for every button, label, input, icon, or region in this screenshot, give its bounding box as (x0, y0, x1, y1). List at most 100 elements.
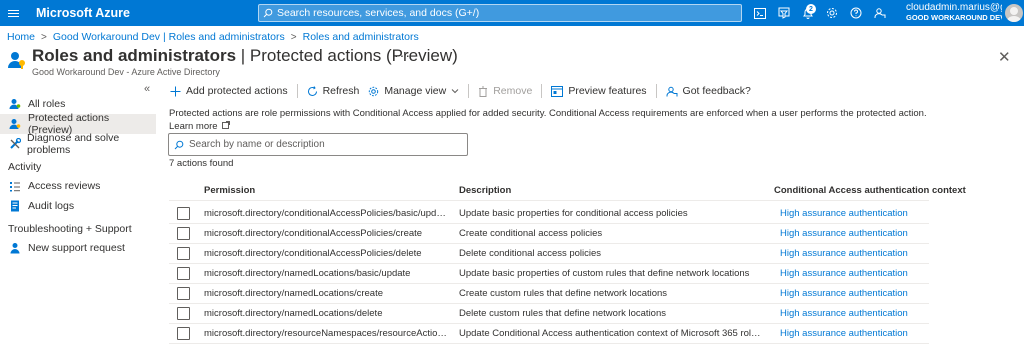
permission-cell: microsoft.directory/namedLocations/basic… (204, 268, 411, 279)
page-subtitle: Good Workaround Dev - Azure Active Direc… (32, 67, 220, 77)
add-protected-actions-button[interactable]: Add protected actions (170, 85, 288, 97)
sidebar-item-audit-logs[interactable]: Audit logs (0, 196, 156, 216)
refresh-icon (307, 85, 318, 97)
notifications-bell-icon[interactable]: 2 (796, 0, 820, 26)
column-header-permission[interactable]: Permission (204, 185, 459, 196)
table-row: microsoft.directory/conditionalAccessPol… (169, 224, 929, 244)
global-search[interactable]: Search resources, services, and docs (G+… (258, 4, 742, 22)
auth-context-link[interactable]: High assurance authentication (774, 228, 908, 239)
command-bar: Add protected actions Refresh Manage vie… (170, 83, 751, 99)
column-header-description[interactable]: Description (459, 185, 774, 196)
preview-features-button[interactable]: Preview features (551, 85, 647, 97)
sidebar-heading-support: Troubleshooting + Support (8, 223, 132, 235)
description-cell: Update Conditional Access authentication… (459, 328, 774, 339)
auth-context-link[interactable]: High assurance authentication (774, 268, 908, 279)
list-check-icon (8, 179, 22, 193)
sidebar-item-label: Audit logs (28, 200, 75, 212)
permission-cell: microsoft.directory/namedLocations/creat… (204, 288, 383, 299)
sidebar-heading-activity: Activity (8, 161, 42, 173)
settings-gear-icon[interactable] (820, 0, 844, 26)
close-icon[interactable]: ✕ (998, 48, 1011, 66)
permission-cell: microsoft.directory/conditionalAccessPol… (204, 208, 450, 219)
auth-context-link[interactable]: High assurance authentication (774, 208, 908, 219)
auth-context-link[interactable]: High assurance authentication (774, 248, 908, 259)
help-question-icon[interactable] (844, 0, 868, 26)
feedback-button[interactable]: Got feedback? (666, 85, 751, 97)
sidebar-item-all-roles[interactable]: All roles (0, 94, 156, 114)
auth-context-link[interactable]: High assurance authentication (774, 308, 908, 319)
feedback-person-icon (666, 86, 678, 97)
row-checkbox[interactable] (177, 327, 190, 340)
account-tenant: GOOD WORKAROUND DEV (GO... (906, 13, 1002, 22)
top-bar: Microsoft Azure Search resources, servic… (0, 0, 1024, 26)
support-person-icon (8, 241, 22, 255)
table-row: microsoft.directory/namedLocations/delet… (169, 304, 929, 324)
preview-window-icon (551, 85, 564, 97)
sidebar-item-protected-actions[interactable]: Protected actions (Preview) (0, 112, 156, 136)
plus-icon (170, 86, 181, 97)
row-checkbox[interactable] (177, 267, 190, 280)
description-cell: Delete conditional access policies (459, 248, 602, 259)
feedback-label: Got feedback? (682, 85, 751, 97)
row-checkbox[interactable] (177, 227, 190, 240)
search-icon (259, 8, 277, 18)
account-menu[interactable]: cloudadmin.marius@go... GOOD WORKAROUND … (906, 3, 1002, 23)
table-row: microsoft.directory/resourceNamespaces/r… (169, 324, 929, 344)
refresh-button[interactable]: Refresh (307, 85, 360, 97)
column-header-context[interactable]: Conditional Access authentication contex… (774, 185, 966, 196)
learn-more-link[interactable]: Learn more (169, 121, 230, 132)
permission-cell: microsoft.directory/namedLocations/delet… (204, 308, 383, 319)
row-checkbox[interactable] (177, 207, 190, 220)
description-cell: Create custom rules that define network … (459, 288, 668, 299)
chevron-down-icon (451, 85, 459, 97)
sidebar-item-label: Diagnose and solve problems (27, 132, 120, 156)
toolbar-divider (468, 84, 470, 98)
search-input[interactable] (189, 139, 459, 150)
description-cell: Update basic properties for conditional … (459, 208, 688, 219)
account-name: cloudadmin.marius@go... (906, 3, 1002, 13)
row-checkbox[interactable] (177, 287, 190, 300)
avatar[interactable] (1005, 4, 1023, 22)
breadcrumb-home[interactable]: Home (7, 31, 35, 43)
sidebar-item-label: All roles (28, 98, 66, 110)
description-cell: Update basic properties of custom rules … (459, 268, 750, 279)
permission-cell: microsoft.directory/conditionalAccessPol… (204, 248, 422, 259)
portal-menu-icon[interactable] (0, 0, 26, 26)
refresh-label: Refresh (322, 85, 360, 97)
breadcrumb-roles[interactable]: Roles and administrators (303, 31, 419, 43)
table-header: Permission Description Conditional Acces… (169, 180, 966, 201)
description-cell: Create conditional access policies (459, 228, 603, 239)
remove-button[interactable]: Remove (478, 85, 532, 97)
breadcrumb-tenant[interactable]: Good Workaround Dev | Roles and administ… (53, 31, 285, 43)
results-count: 7 actions found (169, 158, 234, 169)
permission-cell: microsoft.directory/resourceNamespaces/r… (204, 328, 459, 339)
search-icon (169, 140, 189, 150)
permission-cell: microsoft.directory/conditionalAccessPol… (204, 228, 423, 239)
auth-context-link[interactable]: High assurance authentication (774, 288, 908, 299)
toolbar-divider (296, 84, 298, 98)
global-search-placeholder: Search resources, services, and docs (G+… (277, 7, 480, 19)
directory-filter-icon[interactable] (772, 0, 796, 26)
more-options-icon[interactable]: ··· (394, 47, 411, 63)
chevron-right-icon: > (41, 31, 47, 43)
preview-features-label: Preview features (568, 85, 647, 97)
document-log-icon (8, 199, 22, 213)
feedback-person-icon[interactable] (868, 0, 892, 26)
remove-label: Remove (493, 85, 533, 97)
sidebar-item-new-support-request[interactable]: New support request (0, 238, 156, 258)
search-actions-box[interactable] (168, 133, 468, 156)
manage-view-button[interactable]: Manage view (368, 85, 459, 97)
brand-link[interactable]: Microsoft Azure (36, 6, 130, 20)
sidebar-item-access-reviews[interactable]: Access reviews (0, 176, 156, 196)
toolbar-divider (541, 84, 543, 98)
cloud-shell-icon[interactable] (748, 0, 772, 26)
row-checkbox[interactable] (177, 307, 190, 320)
sidebar-item-label: New support request (28, 242, 125, 254)
breadcrumb: Home > Good Workaround Dev | Roles and a… (7, 31, 419, 43)
auth-context-link[interactable]: High assurance authentication (774, 328, 908, 339)
row-checkbox[interactable] (177, 247, 190, 260)
page-title-main: Roles and administrators (32, 46, 237, 65)
chevron-right-icon: > (290, 31, 297, 43)
trash-icon (478, 86, 488, 97)
sidebar-item-diagnose[interactable]: Diagnose and solve problems (0, 132, 156, 156)
